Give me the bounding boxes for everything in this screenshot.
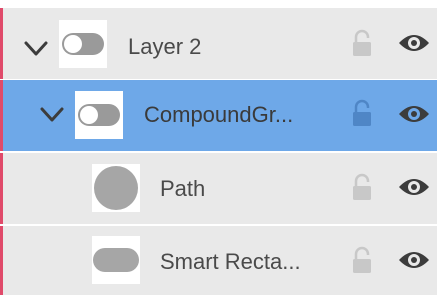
chevron-down-icon[interactable] <box>24 38 48 62</box>
lock-icon[interactable] <box>350 173 374 203</box>
layer-name: CompoundGr... <box>144 102 294 127</box>
layer-thumbnail <box>75 91 123 139</box>
layer-name: Layer 2 <box>128 34 202 59</box>
layer-thumbnail <box>92 164 140 212</box>
layer-color-bar <box>0 8 3 79</box>
lock-icon[interactable] <box>350 29 374 59</box>
toggle-shape-icon <box>62 33 104 55</box>
layer-row-smart-rectangle[interactable]: Smart Recta... <box>0 226 437 295</box>
layer-row-path[interactable]: Path <box>0 153 437 224</box>
toggle-shape-icon <box>78 104 120 126</box>
layer-thumbnail <box>92 236 140 284</box>
layers-panel: Layer 2 CompoundGr... Path Smart Recta..… <box>0 0 437 295</box>
layer-name: Path <box>160 176 206 201</box>
eye-icon[interactable] <box>397 248 431 272</box>
layer-thumbnail <box>59 20 107 68</box>
layer-row-compound-group[interactable]: CompoundGr... <box>0 80 437 151</box>
chevron-down-icon[interactable] <box>40 104 64 128</box>
layer-row-layer-2[interactable]: Layer 2 <box>0 8 437 79</box>
layer-color-bar <box>0 226 3 295</box>
rounded-rect-shape-icon <box>93 248 139 272</box>
eye-icon[interactable] <box>397 102 431 126</box>
lock-icon[interactable] <box>350 246 374 276</box>
layer-color-bar <box>0 153 3 224</box>
layer-color-bar <box>0 80 3 151</box>
layer-name: Smart Recta... <box>160 249 301 274</box>
circle-shape-icon <box>94 166 138 210</box>
lock-icon[interactable] <box>350 99 374 129</box>
eye-icon[interactable] <box>397 31 431 55</box>
eye-icon[interactable] <box>397 175 431 199</box>
